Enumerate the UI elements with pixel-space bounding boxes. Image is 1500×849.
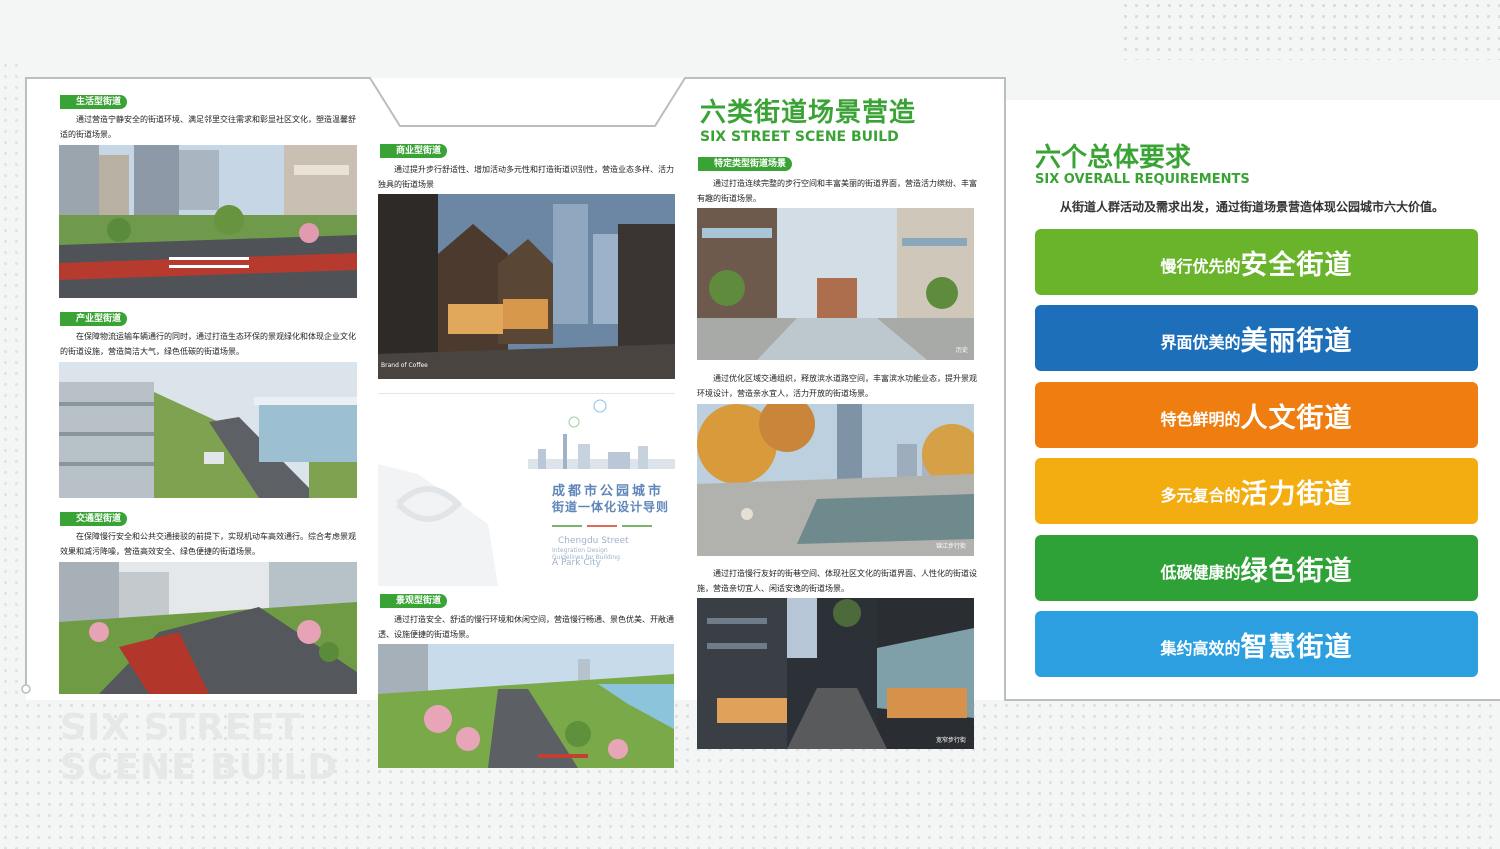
requirement-main: 安全街道	[1240, 249, 1353, 281]
requirement-main: 活力街道	[1240, 478, 1353, 510]
requirement-prefix: 界面优美的	[1160, 333, 1241, 352]
caption-specific-3: 宽窄步行街	[935, 737, 966, 744]
tag-industrial-street: 产业型街道	[60, 312, 128, 326]
caption-specific-2: 锦江步行街	[935, 543, 966, 550]
photo-specific-street-1: 历史	[697, 208, 974, 360]
cover-title-line2: 街道一体化设计导则	[552, 500, 670, 514]
desc-industrial-street: 在保障物流运输车辆通行的同时，通过打造生态环保的景观绿化和体现企业文化的街道设施…	[60, 332, 356, 356]
requirement-main: 人文街道	[1240, 402, 1353, 434]
requirement-prefix: 多元复合的	[1160, 486, 1241, 505]
watermark-line-2: SCENE BUILD	[60, 747, 339, 788]
requirements-description: 从街道人群活动及需求出发，通过街道场景营造体现公园城市六大价值。	[1060, 200, 1445, 214]
desc-landscape-street: 通过打造安全、舒适的慢行环境和休闲空间，营造慢行畅通、景色优美、开敞通透、设施便…	[378, 615, 674, 639]
watermark-text: SIX STREET SCENE BUILD	[60, 708, 338, 788]
tag-specific-street: 特定类型街道场景	[698, 157, 793, 171]
photo-living-street	[59, 145, 357, 298]
photo-specific-street-2: 锦江步行街	[697, 404, 974, 556]
desc-specific-street-1: 通过打造连续完整的步行空间和丰富美丽的街道界面，营造活力缤纷、丰富有趣的街道场景…	[697, 179, 977, 203]
caption-commercial: Brand of Coffee	[381, 362, 428, 369]
requirement-main: 美丽街道	[1240, 325, 1353, 357]
desc-commercial-street: 通过提升步行舒适性、增加活动多元性和打造街道识别性，营造业态多样、活力独具的街道…	[378, 165, 674, 189]
requirement-main: 智慧街道	[1240, 631, 1353, 663]
requirement-prefix: 低碳健康的	[1160, 563, 1241, 582]
requirement-prefix: 慢行优先的	[1160, 257, 1241, 276]
requirement-prefix: 集约高效的	[1160, 639, 1241, 658]
requirement-prefix: 特色鲜明的	[1160, 410, 1241, 429]
page-title: 六类街道场景营造	[700, 98, 917, 128]
cover-book-image: 成都市公园城市 街道一体化设计导则 Chengdu Street Integra…	[378, 393, 675, 586]
photo-industrial-street	[59, 362, 357, 498]
cover-en-line1: Chengdu Street	[558, 536, 629, 546]
requirement-vibrant-street: 多元复合的 活力街道	[1035, 458, 1478, 524]
requirement-safe-street: 慢行优先的 安全街道	[1035, 229, 1478, 295]
photo-landscape-street	[378, 644, 674, 768]
desc-traffic-street: 在保障慢行安全和公共交通接驳的前提下，实现机动车高效通行。综合考虑景观效果和减污…	[60, 532, 356, 556]
requirement-main: 绿色街道	[1240, 555, 1353, 587]
cover-logos-strip	[552, 525, 652, 527]
page-subtitle: SIX STREET SCENE BUILD	[700, 129, 899, 145]
cover-title-line1: 成都市公园城市	[552, 484, 665, 499]
desc-living-street: 通过营造宁静安全的街道环境、满足邻里交往需求和彰显社区文化，塑造温馨舒适的街道场…	[60, 115, 356, 139]
requirement-cultural-street: 特色鲜明的 人文街道	[1035, 382, 1478, 448]
requirement-beautiful-street: 界面优美的 美丽街道	[1035, 305, 1478, 371]
requirement-green-street: 低碳健康的 绿色街道	[1035, 535, 1478, 601]
requirement-smart-street: 集约高效的 智慧街道	[1035, 611, 1478, 677]
watermark-line-1: SIX STREET	[60, 707, 302, 748]
requirements-title: 六个总体要求	[1035, 143, 1192, 173]
desc-specific-street-3: 通过打造慢行友好的街巷空间、体现社区文化的街道界面、人性化的街道设施，营造亲切宜…	[697, 569, 977, 593]
requirements-subtitle: SIX OVERALL REQUIREMENTS	[1035, 172, 1250, 187]
tag-traffic-street: 交通型街道	[60, 512, 128, 526]
cover-en-line2: Integration Design	[552, 547, 608, 554]
tag-landscape-street: 景观型街道	[380, 594, 448, 608]
tag-commercial-street: 商业型街道	[380, 144, 448, 158]
tag-living-street: 生活型街道	[60, 95, 128, 109]
caption-specific-1: 历史	[955, 347, 968, 354]
cover-en-line4: A Park City	[552, 558, 601, 568]
desc-specific-street-2: 通过优化区域交通组织，释放滨水道路空间，丰富滨水功能业态，提升景观环境设计，营造…	[697, 374, 977, 398]
photo-commercial-street: Brand of Coffee	[378, 194, 675, 379]
photo-traffic-street	[59, 562, 357, 694]
photo-specific-street-3: 宽窄步行街	[697, 598, 974, 749]
